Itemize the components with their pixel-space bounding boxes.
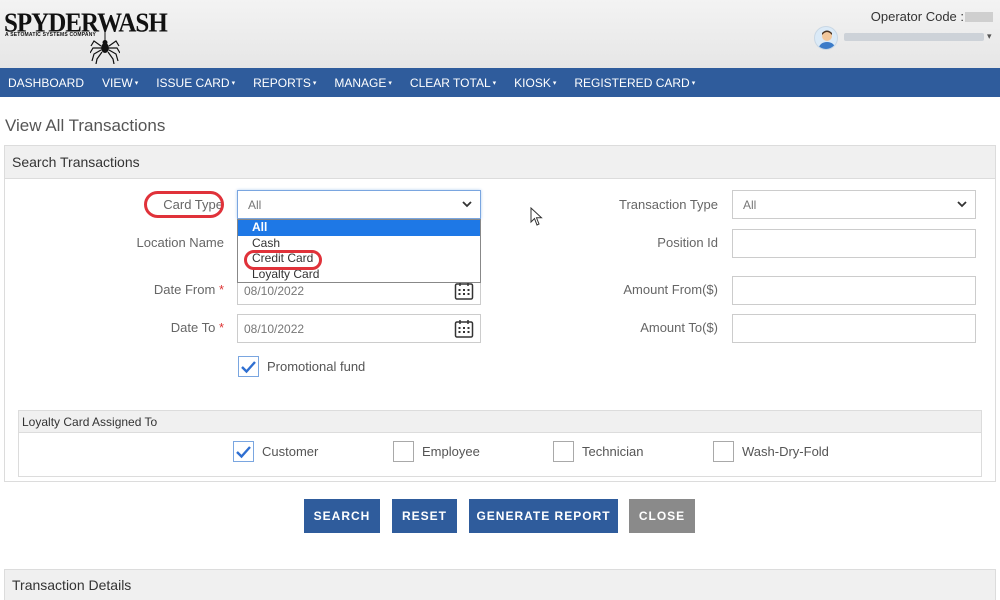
card-type-select[interactable]: All [237, 190, 481, 219]
chevron-down-icon: ▾ [552, 79, 557, 87]
user-name-redacted [844, 33, 984, 41]
amount-from-label: Amount From($) [623, 282, 718, 297]
transaction-type-value: All [743, 198, 757, 212]
user-menu[interactable]: ▾ [814, 26, 1000, 52]
amount-to-input[interactable] [732, 314, 976, 343]
checkmark-icon [236, 446, 251, 459]
wash-dry-fold-label: Wash-Dry-Fold [742, 444, 829, 459]
card-type-option-cash[interactable]: Cash [238, 236, 480, 252]
amount-from-input[interactable] [732, 276, 976, 305]
spyderwash-logo[interactable]: SPYDERWASH A SETOMATIC SYSTEMS COMPANY [4, 8, 168, 64]
location-name-label: Location Name [136, 235, 224, 250]
promotional-fund-checkbox[interactable] [238, 356, 259, 377]
generate-report-button[interactable]: GENERATE REPORT [469, 499, 618, 533]
checkmark-icon [241, 361, 256, 374]
date-to-label: Date To * [170, 320, 224, 335]
chevron-down-icon: ▾ [388, 79, 392, 87]
chevron-down-icon [957, 201, 967, 208]
calendar-icon[interactable] [454, 281, 474, 301]
chevron-down-icon: ▾ [987, 31, 992, 41]
card-type-option-all[interactable]: All [238, 220, 480, 236]
employee-checkbox[interactable] [393, 441, 414, 462]
page-title: View All Transactions [5, 116, 166, 135]
nav-dashboard[interactable]: DASHBOARD [0, 68, 94, 97]
position-id-label: Position Id [657, 235, 718, 250]
chevron-down-icon: ▾ [134, 79, 139, 87]
amount-to-label: Amount To($) [640, 320, 718, 335]
date-to-input[interactable]: 08/10/2022 [237, 314, 481, 343]
nav-manage[interactable]: MANAGE ▾ [326, 68, 402, 97]
card-type-value: All [248, 198, 262, 212]
spider-icon [90, 32, 120, 64]
chevron-down-icon [462, 201, 472, 208]
chevron-down-icon: ▾ [492, 79, 497, 87]
chevron-down-icon: ▾ [312, 79, 317, 87]
main-nav: DASHBOARD VIEW ▾ ISSUE CARD ▾ REPORTS ▾ MAN… [0, 68, 1000, 97]
chevron-down-icon: ▾ [231, 79, 236, 87]
loyalty-panel-title: Loyalty Card Assigned To [19, 411, 981, 433]
promotional-fund-label: Promotional fund [267, 359, 366, 374]
reset-button[interactable]: RESET [392, 499, 457, 533]
credit-card-highlight-ring [244, 250, 322, 270]
transaction-details-panel: Transaction Details [4, 569, 996, 600]
position-id-input[interactable] [732, 229, 976, 258]
nav-reports[interactable]: REPORTS ▾ [245, 68, 326, 97]
transaction-type-label: Transaction Type [619, 197, 718, 212]
nav-registered-card[interactable]: REGISTERED CARD ▾ [566, 68, 705, 97]
calendar-icon[interactable] [454, 319, 474, 339]
customer-checkbox[interactable] [233, 441, 254, 462]
nav-clear-total[interactable]: CLEAR TOTAL ▾ [402, 68, 506, 97]
user-avatar-icon [814, 26, 838, 50]
close-button[interactable]: CLOSE [629, 499, 695, 533]
technician-label: Technician [582, 444, 644, 459]
card-type-highlight-ring [144, 191, 224, 218]
nav-kiosk[interactable]: KIOSK ▾ [506, 68, 566, 97]
nav-issue-card[interactable]: ISSUE CARD ▾ [148, 68, 245, 97]
wash-dry-fold-checkbox[interactable] [713, 441, 734, 462]
panel-title: Search Transactions [5, 146, 995, 179]
logo-subtitle: A SETOMATIC SYSTEMS COMPANY [5, 32, 97, 38]
date-from-label: Date From * [153, 282, 224, 297]
technician-checkbox[interactable] [553, 441, 574, 462]
nav-view[interactable]: VIEW ▾ [94, 68, 148, 97]
employee-label: Employee [422, 444, 480, 459]
loyalty-card-assigned-panel: Loyalty Card Assigned To [18, 410, 982, 477]
operator-code-label: Operator Code : [870, 9, 964, 24]
transaction-type-select[interactable]: All [732, 190, 976, 219]
customer-label: Customer [262, 444, 319, 459]
search-button[interactable]: SEARCH [304, 499, 380, 533]
app-header: SPYDERWASH A SETOMATIC SYSTEMS COMPANY O… [0, 0, 1000, 68]
mouse-cursor-icon [530, 207, 543, 226]
operator-code-value-redacted [965, 12, 993, 22]
chevron-down-icon: ▾ [691, 79, 696, 87]
